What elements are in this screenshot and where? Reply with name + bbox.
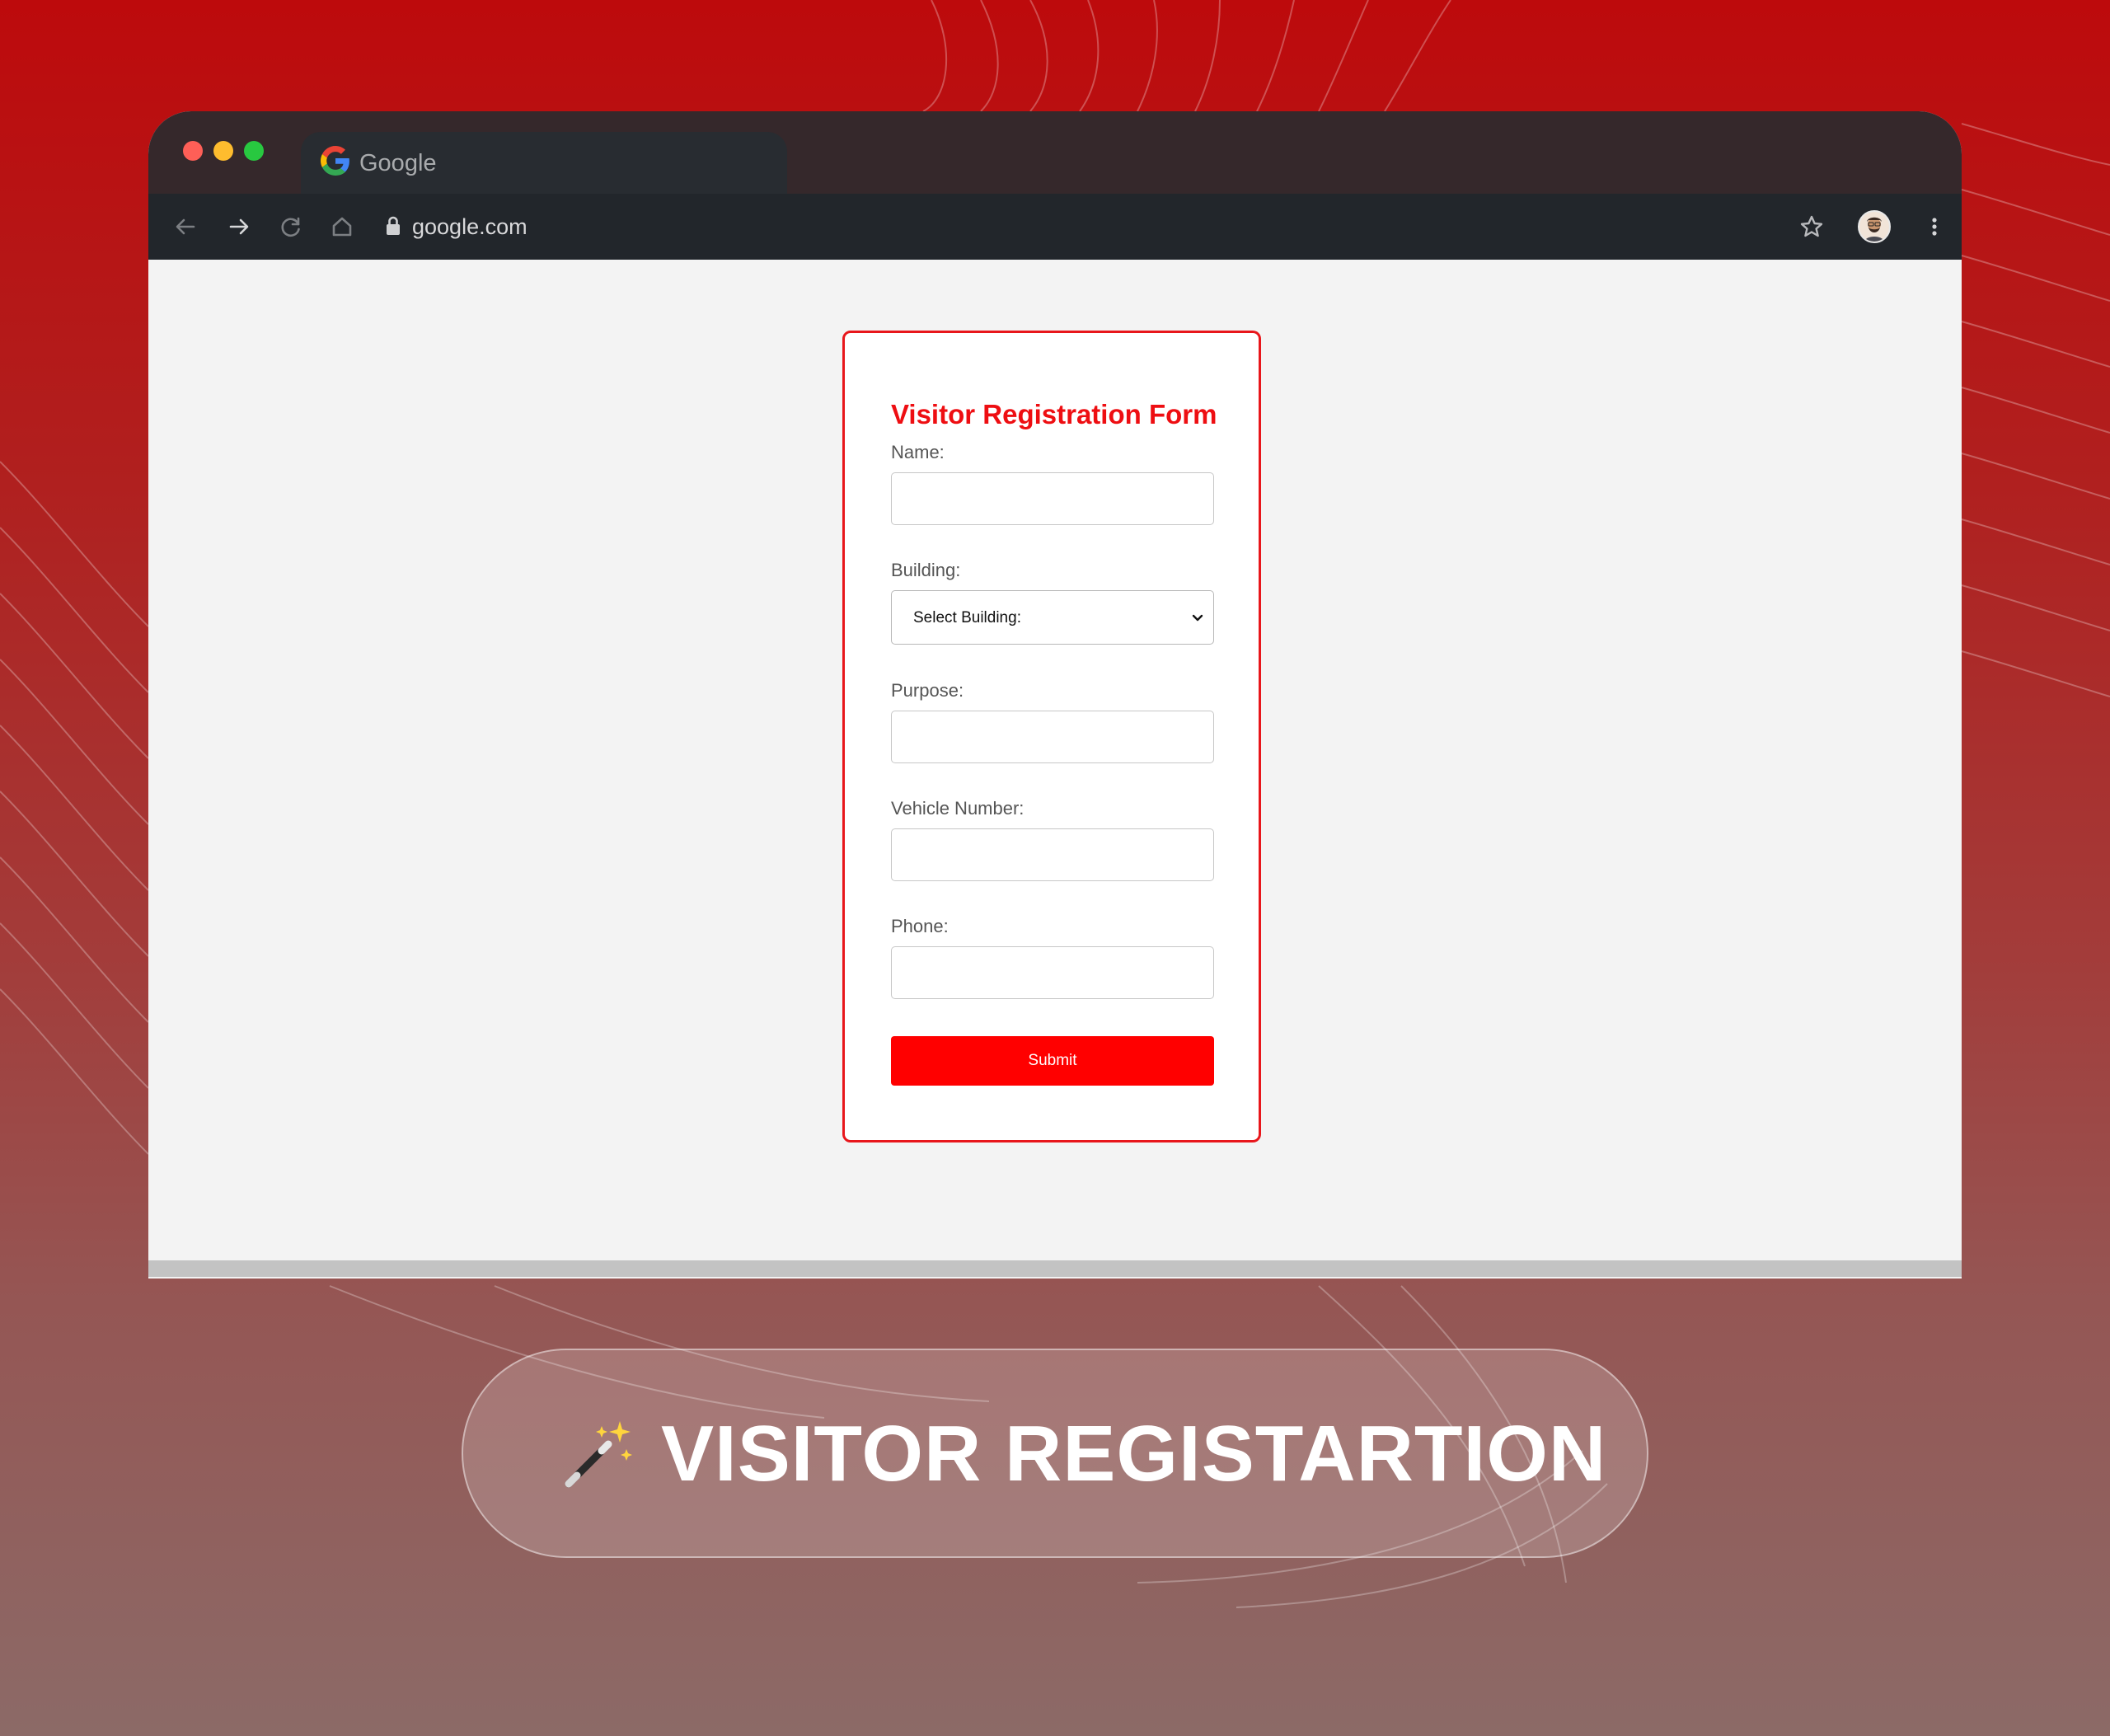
name-input[interactable] [891,472,1214,525]
submit-button[interactable]: Submit [891,1036,1214,1086]
browser-titlebar: Google [148,111,1962,194]
back-arrow-icon[interactable] [169,210,202,243]
close-window-button[interactable] [183,141,203,161]
visitor-registration-form: Visitor Registration Form Name: Building… [842,331,1261,1142]
tab-title: Google [359,150,437,176]
maximize-window-button[interactable] [244,141,264,161]
google-logo-icon [321,146,349,176]
vehicle-number-input[interactable] [891,828,1214,881]
bookmark-star-icon[interactable] [1795,210,1828,243]
browser-tab[interactable]: Google [301,132,787,194]
purpose-input[interactable] [891,711,1214,763]
browser-toolbar: google.com [148,194,1962,260]
building-select[interactable]: Select Building: [891,590,1214,645]
phone-label: Phone: [891,916,949,936]
banner-title: VISITOR REGISTARTION [661,1410,1607,1498]
address-bar[interactable]: google.com [384,205,1917,248]
title-banner: VISITOR REGISTARTION [462,1349,1648,1558]
minimize-window-button[interactable] [213,141,233,161]
vehicle-number-label: Vehicle Number: [891,798,1025,819]
browser-window: Google google.com Visitor Registration F… [148,111,1962,1279]
building-select-value: Select Building: [913,609,1021,626]
profile-avatar[interactable] [1858,210,1891,243]
phone-input[interactable] [891,946,1214,999]
avatar-face-icon [1864,217,1884,242]
building-label: Building: [891,560,961,580]
url-text: google.com [412,214,528,239]
forward-arrow-icon[interactable] [223,210,256,243]
more-menu-icon[interactable] [1918,210,1951,243]
name-label: Name: [891,442,945,462]
lock-icon [387,216,400,235]
chevron-down-icon [1192,614,1203,622]
purpose-label: Purpose: [891,680,964,701]
page-viewport: Visitor Registration Form Name: Building… [148,260,1962,1260]
magic-wand-icon [565,1421,632,1488]
horizontal-scrollbar[interactable] [148,1260,1962,1277]
form-title: Visitor Registration Form [891,399,1217,429]
home-icon[interactable] [326,210,359,243]
reload-icon[interactable] [274,210,307,243]
